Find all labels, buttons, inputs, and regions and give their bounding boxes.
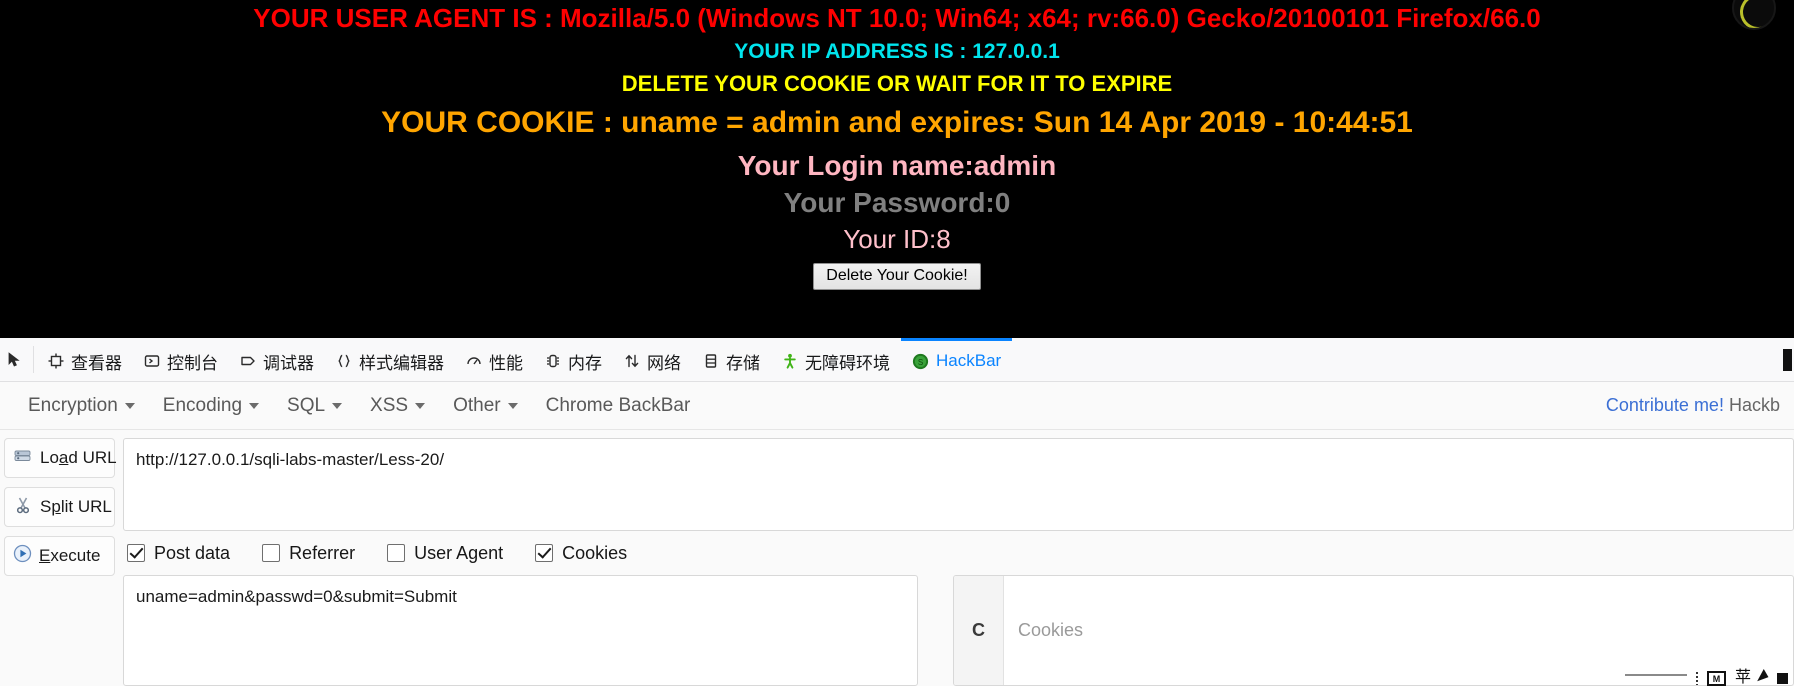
cookies-field[interactable]: C Cookies — [953, 575, 1794, 686]
devtools-panel: 查看器 控制台 调试器 样式编辑器 性能 内存 网络 存储 无障碍环境 S Ha… — [0, 337, 1794, 686]
tab-label: 存储 — [726, 353, 760, 373]
menu-label: Encoding — [162, 394, 243, 416]
checkbox-label: User Agent — [414, 542, 504, 563]
contribute-suffix: Hackb — [1728, 395, 1780, 415]
checkbox-post-data[interactable]: Post data — [127, 543, 230, 564]
execute-label: Execute — [39, 546, 101, 565]
delete-cookie-button[interactable]: Delete Your Cookie! — [813, 263, 981, 291]
network-icon — [624, 353, 640, 369]
hackbar-body: Load URL Split URL Execute http://127.0.… — [0, 430, 1794, 686]
tabbar-spacer — [1012, 338, 1783, 381]
delete-cookie-button-wrapper: Delete Your Cookie! — [0, 253, 1794, 291]
delete-cookie-notice: DELETE YOUR COOKIE OR WAIT FOR IT TO EXP… — [621, 71, 1173, 97]
style-editor-icon — [336, 353, 352, 369]
tab-debugger[interactable]: 调试器 — [229, 338, 325, 381]
tab-label: 查看器 — [71, 353, 122, 373]
menu-label: Encryption — [28, 394, 118, 416]
console-icon — [144, 353, 160, 369]
chevron-down-icon — [415, 402, 426, 409]
tab-style-editor[interactable]: 样式编辑器 — [325, 338, 455, 381]
cookies-input[interactable]: Cookies — [1004, 576, 1793, 685]
checkbox-cookies[interactable]: Cookies — [535, 543, 627, 564]
menu-chrome-backbar[interactable]: Chrome BackBar — [532, 395, 705, 417]
post-data-textarea[interactable]: uname=admin&passwd=0&submit=Submit — [123, 575, 918, 686]
hackbar-icon: S — [912, 353, 929, 370]
tab-label: 控制台 — [167, 353, 218, 373]
chevron-down-icon — [332, 402, 343, 409]
tab-memory[interactable]: 内存 — [534, 338, 613, 381]
tabbar-overflow-handle[interactable] — [1783, 348, 1792, 371]
checkbox-box[interactable] — [535, 544, 554, 562]
performance-icon — [466, 353, 482, 369]
menu-encoding[interactable]: Encoding — [149, 395, 273, 417]
tab-hackbar[interactable]: S HackBar — [901, 338, 1013, 381]
checkbox-box[interactable] — [387, 544, 406, 562]
tab-label: 网络 — [647, 353, 681, 373]
checkbox-box[interactable] — [262, 544, 281, 562]
menu-other[interactable]: Other — [439, 395, 532, 417]
checkbox-label: Referrer — [289, 542, 356, 563]
split-url-icon — [13, 496, 33, 519]
chevron-down-icon — [249, 402, 260, 409]
tab-label: 无障碍环境 — [805, 353, 890, 373]
split-url-label: Split URL — [40, 497, 112, 516]
execute-button[interactable]: Execute — [4, 536, 115, 576]
menu-label: XSS — [370, 394, 409, 416]
svg-text:S: S — [918, 358, 923, 367]
hackbar-menubar: Encryption Encoding SQL XSS Other Chrome… — [0, 382, 1794, 430]
ip-address-line: YOUR IP ADDRESS IS : 127.0.0.1 — [734, 40, 1060, 64]
load-url-icon — [13, 447, 33, 469]
menu-sql[interactable]: SQL — [273, 395, 356, 417]
tab-label: 性能 — [489, 353, 523, 373]
user-id-line: Your ID:8 — [843, 223, 951, 254]
menu-xss[interactable]: XSS — [356, 395, 439, 417]
tab-label: 调试器 — [263, 353, 314, 373]
page-content-area: YOUR USER AGENT IS : Mozilla/5.0 (Window… — [0, 0, 1794, 337]
chevron-down-icon — [507, 402, 518, 409]
tab-performance[interactable]: 性能 — [455, 338, 534, 381]
storage-icon — [703, 353, 719, 369]
checkbox-box[interactable] — [127, 544, 145, 562]
cookie-line: YOUR COOKIE : uname = admin and expires:… — [381, 106, 1413, 140]
tab-console[interactable]: 控制台 — [133, 338, 229, 381]
toolbar-separator — [33, 346, 34, 373]
devtools-tabbar: 查看器 控制台 调试器 样式编辑器 性能 内存 网络 存储 无障碍环境 S Ha… — [0, 338, 1794, 382]
url-input[interactable]: http://127.0.0.1/sqli-labs-master/Less-2… — [123, 438, 1794, 531]
tab-storage[interactable]: 存储 — [692, 338, 771, 381]
checkbox-label: Cookies — [562, 542, 628, 563]
password-line: Your Password:0 — [783, 187, 1011, 219]
cookies-prefix-label: C — [954, 576, 1004, 685]
menu-label: SQL — [287, 394, 326, 416]
menu-label: Chrome BackBar — [545, 394, 691, 416]
tab-label: HackBar — [936, 351, 1002, 370]
accessibility-icon — [782, 353, 798, 369]
tab-label: 样式编辑器 — [359, 353, 444, 373]
hackbar-fields-column: http://127.0.0.1/sqli-labs-master/Less-2… — [123, 438, 1794, 686]
tab-accessibility[interactable]: 无障碍环境 — [771, 338, 901, 381]
contribute-link[interactable]: Contribute me! — [1606, 395, 1724, 415]
menu-encryption[interactable]: Encryption — [14, 395, 149, 417]
tab-inspector[interactable]: 查看器 — [37, 338, 133, 381]
element-picker-icon[interactable] — [0, 338, 30, 381]
inspector-icon — [48, 353, 64, 369]
contribute-area: Contribute me! Hackb — [1606, 395, 1780, 416]
debugger-icon — [240, 353, 256, 369]
checkbox-referrer[interactable]: Referrer — [262, 543, 355, 564]
login-name-line: Your Login name:admin — [737, 149, 1057, 181]
checkbox-label: Post data — [154, 542, 231, 563]
load-url-label: Load URL — [40, 448, 117, 467]
memory-icon — [545, 353, 561, 369]
user-agent-line: YOUR USER AGENT IS : Mozilla/5.0 (Window… — [253, 3, 1541, 33]
split-url-button[interactable]: Split URL — [4, 487, 115, 527]
tab-label: 内存 — [568, 353, 602, 373]
menu-label: Other — [453, 394, 501, 416]
request-body-row: uname=admin&passwd=0&submit=Submit C Coo… — [123, 575, 1794, 686]
execute-icon — [13, 544, 32, 568]
load-url-button[interactable]: Load URL — [4, 438, 117, 478]
request-options-row: Post data Referrer User Agent Cookies — [123, 531, 1794, 575]
chevron-down-icon — [124, 402, 135, 409]
hackbar-action-column: Load URL Split URL Execute — [0, 438, 123, 686]
checkbox-user-agent[interactable]: User Agent — [387, 543, 503, 564]
tab-network[interactable]: 网络 — [613, 338, 692, 381]
